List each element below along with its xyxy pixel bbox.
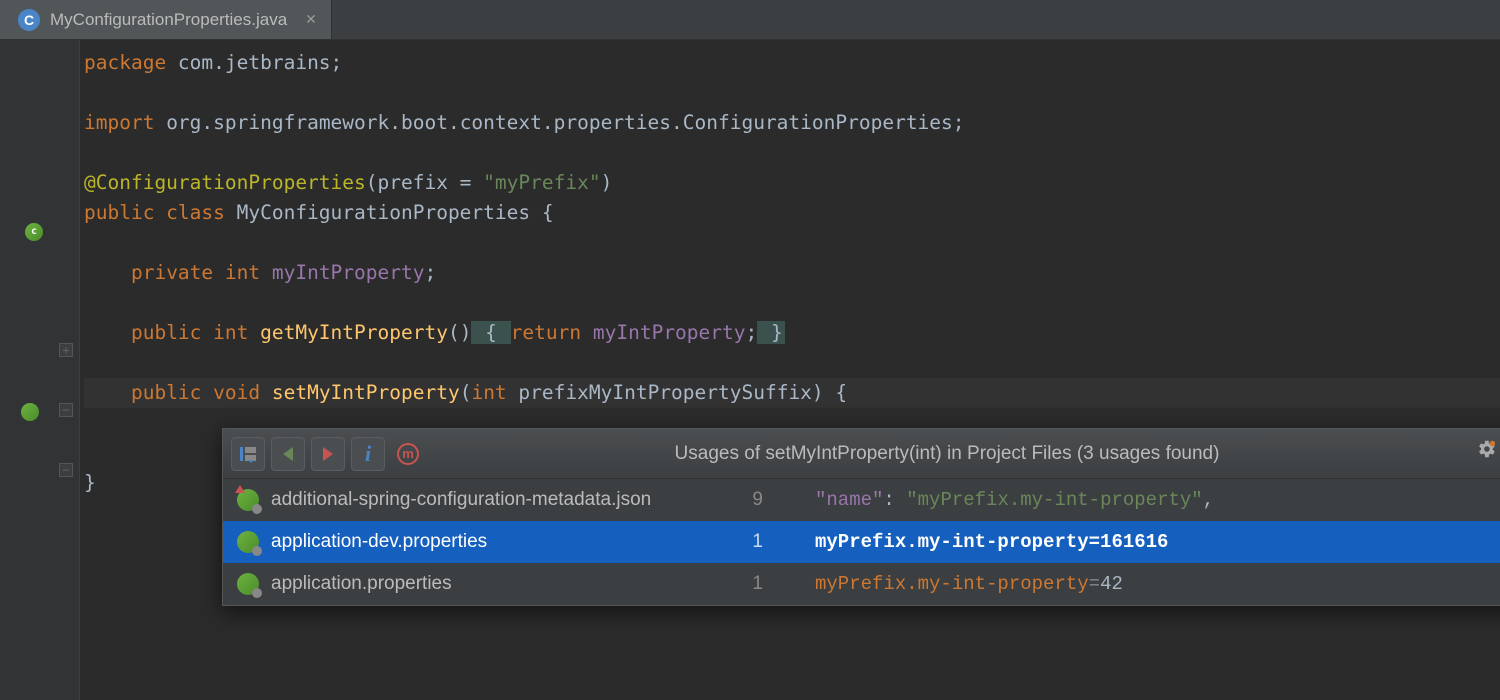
fold-collapse-icon[interactable]: −: [59, 403, 73, 417]
usage-code-preview: myPrefix.my-int-property=161616: [775, 527, 1500, 557]
file-type-icon: [237, 573, 259, 595]
editor-tab[interactable]: C MyConfigurationProperties.java ✕: [0, 0, 332, 39]
tab-bar: C MyConfigurationProperties.java ✕: [0, 0, 1500, 40]
fold-collapse-icon[interactable]: −: [59, 463, 73, 477]
class-name: MyConfigurationProperties: [237, 201, 542, 224]
tab-filename: MyConfigurationProperties.java: [50, 10, 287, 30]
spring-bean-gutter-icon[interactable]: [22, 220, 46, 244]
open-find-tool-window-button[interactable]: [231, 437, 265, 471]
usage-file-name: application.properties: [271, 569, 711, 599]
brace: }: [757, 321, 784, 344]
brace: {: [471, 321, 510, 344]
code-token: int: [471, 381, 506, 404]
close-icon[interactable]: ✕: [297, 11, 317, 28]
code-token: (): [448, 321, 471, 344]
code-token: private int: [131, 261, 272, 284]
code-token: public void: [131, 381, 272, 404]
usages-popup: i m Usages of setMyIntProperty(int) in P…: [222, 428, 1500, 606]
code-token: public int: [131, 321, 260, 344]
info-button[interactable]: i: [351, 437, 385, 471]
usage-line-number: 9: [723, 485, 763, 515]
prev-occurrence-button[interactable]: [271, 437, 305, 471]
file-type-icon: [237, 489, 259, 511]
code-token: ): [601, 171, 613, 194]
field-name: myIntProperty: [272, 261, 425, 284]
string-literal: "myPrefix": [483, 171, 600, 194]
code-token: [581, 321, 593, 344]
code-token: ;: [424, 261, 436, 284]
next-occurrence-button[interactable]: [311, 437, 345, 471]
class-file-icon: C: [18, 9, 40, 31]
code-editor[interactable]: package com.jetbrains; import org.spring…: [80, 40, 1500, 700]
code-token: return: [511, 321, 581, 344]
file-type-icon: [237, 531, 259, 553]
editor-gutter: + − −: [0, 40, 80, 700]
spring-gutter-icon[interactable]: [18, 400, 42, 424]
usage-file-name: additional-spring-configuration-metadata…: [271, 485, 711, 515]
method-name: getMyIntProperty: [260, 321, 448, 344]
code-token: public class: [84, 201, 237, 224]
code-token: package: [84, 51, 166, 74]
usages-title: Usages of setMyIntProperty(int) in Proje…: [419, 439, 1475, 469]
usage-file-name: application-dev.properties: [271, 527, 711, 557]
code-token: com.jetbrains;: [166, 51, 342, 74]
usage-row[interactable]: application-dev.properties 1 myPrefix.my-i…: [223, 521, 1500, 563]
fold-expand-icon[interactable]: +: [59, 343, 73, 357]
usage-row[interactable]: application.properties 1 myPrefix.my-int-p…: [223, 563, 1500, 605]
method-badge-icon: m: [397, 443, 419, 465]
method-name: setMyIntProperty: [272, 381, 460, 404]
code-token: {: [542, 201, 554, 224]
annotation: @ConfigurationProperties: [84, 171, 366, 194]
usage-code-preview: myPrefix.my-int-property=42: [775, 569, 1500, 599]
code-token: (: [460, 381, 472, 404]
usages-popup-header: i m Usages of setMyIntProperty(int) in P…: [223, 429, 1500, 479]
code-token: ;: [746, 321, 758, 344]
settings-icon[interactable]: [1475, 438, 1497, 470]
usage-code-preview: "name": "myPrefix.my-int-property",: [775, 485, 1500, 515]
code-token: import: [84, 111, 154, 134]
usage-line-number: 1: [723, 569, 763, 599]
usage-line-number: 1: [723, 527, 763, 557]
code-token: org.springframework.boot.context.propert…: [154, 111, 964, 134]
usage-row[interactable]: additional-spring-configuration-metadata…: [223, 479, 1500, 521]
code-token: (prefix =: [366, 171, 483, 194]
identifier: myIntProperty: [593, 321, 746, 344]
parameter: prefixMyIntPropertySuffix) {: [507, 381, 847, 404]
